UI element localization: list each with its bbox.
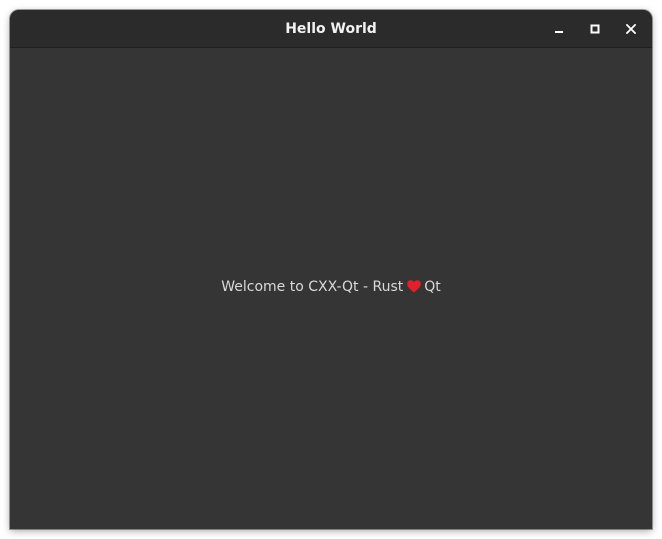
welcome-text: Welcome to CXX-Qt - Rust	[221, 279, 404, 295]
maximize-button[interactable]	[584, 18, 606, 40]
main-content: Welcome to CXX-Qt - Rust Qt	[10, 48, 652, 529]
qt-text: Qt	[424, 279, 441, 295]
app-window: Hello World Welcome to CXX-Qt - Rust Qt	[10, 10, 652, 529]
minimize-icon	[555, 31, 563, 33]
welcome-message: Welcome to CXX-Qt - Rust Qt	[10, 279, 652, 297]
title-bar[interactable]: Hello World	[10, 10, 652, 48]
minimize-button[interactable]	[548, 18, 570, 40]
close-button[interactable]	[620, 18, 642, 40]
maximize-icon	[590, 24, 600, 34]
close-icon	[626, 24, 636, 34]
heart-icon	[407, 280, 422, 297]
